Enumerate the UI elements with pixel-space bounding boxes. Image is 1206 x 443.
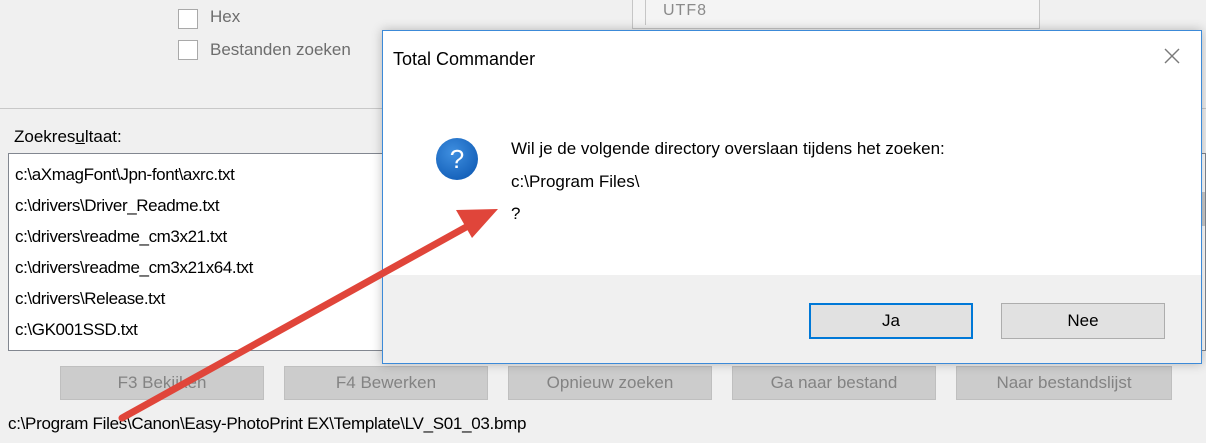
status-path: c:\Program Files\Canon\Easy-PhotoPrint E… bbox=[8, 414, 527, 433]
svg-text:?: ? bbox=[450, 144, 464, 174]
yes-button[interactable]: Ja bbox=[809, 303, 973, 339]
dialog-footer: Ja Nee bbox=[383, 275, 1201, 363]
no-button[interactable]: Nee bbox=[1001, 303, 1165, 339]
list-item[interactable]: c:\drivers\readme_cm3x21.txt bbox=[15, 227, 227, 247]
question-icon: ? bbox=[435, 137, 479, 181]
encoding-separator bbox=[645, 0, 646, 25]
to-listbox-button[interactable]: Naar bestandslijst bbox=[956, 366, 1172, 400]
hex-checkbox[interactable] bbox=[178, 9, 198, 29]
list-item[interactable]: c:\aXmagFont\Jpn-font\axrc.txt bbox=[15, 165, 235, 185]
search-files-label: Bestanden zoeken bbox=[210, 40, 351, 59]
results-label: Zoekresultaat: bbox=[14, 127, 122, 146]
close-icon[interactable] bbox=[1157, 41, 1187, 71]
dialog-message-line3: ? bbox=[511, 204, 521, 223]
dialog-message-line2: c:\Program Files\ bbox=[511, 172, 640, 191]
dialog-title: Total Commander bbox=[393, 49, 536, 69]
view-button[interactable]: F3 Bekijken bbox=[60, 366, 264, 400]
list-item[interactable]: c:\GK001SSD.txt bbox=[15, 320, 138, 340]
list-item[interactable]: c:\drivers\Driver_Readme.txt bbox=[15, 196, 220, 216]
dialog-message-line1: Wil je de volgende directory overslaan t… bbox=[511, 139, 945, 158]
list-item[interactable]: c:\drivers\readme_cm3x21x64.txt bbox=[15, 258, 253, 278]
hex-label: Hex bbox=[210, 7, 241, 26]
goto-file-button[interactable]: Ga naar bestand bbox=[732, 366, 936, 400]
search-files-checkbox[interactable] bbox=[178, 40, 198, 60]
encoding-value: UTF8 bbox=[663, 2, 707, 19]
edit-button[interactable]: F4 Bewerken bbox=[284, 366, 488, 400]
encoding-field[interactable]: UTF8 bbox=[632, 0, 1040, 29]
search-again-button[interactable]: Opnieuw zoeken bbox=[508, 366, 712, 400]
list-item[interactable]: c:\drivers\Release.txt bbox=[15, 289, 165, 309]
confirm-dialog: Total Commander ? Wil je de volgende dir… bbox=[382, 30, 1202, 364]
